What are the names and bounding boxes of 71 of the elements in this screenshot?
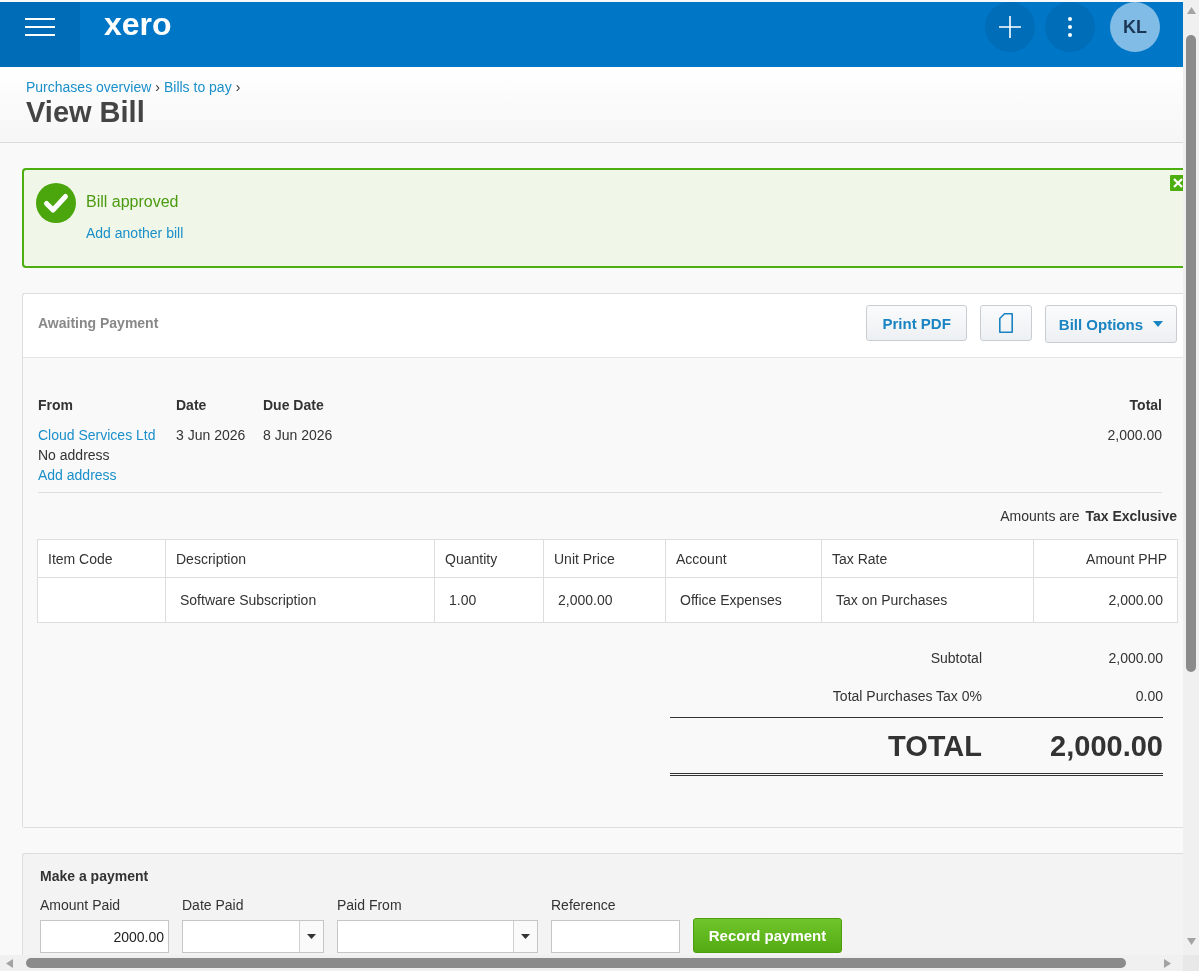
field-label: From [38, 396, 73, 414]
table-cell: Tax on Purchases [821, 577, 1034, 623]
table-cell: 2,000.00 [1033, 577, 1178, 623]
table-cell: Software Subscription [165, 577, 435, 623]
breadcrumb-separator: › [155, 78, 160, 96]
reference-field[interactable] [551, 920, 680, 953]
totals-label: Total Purchases Tax 0% [832, 687, 982, 705]
more-button[interactable] [1045, 2, 1095, 52]
table-cell: Office Expenses [665, 577, 822, 623]
field-label: Reference [551, 896, 616, 914]
page-title: View Bill [26, 96, 145, 128]
check-icon [36, 183, 76, 223]
status-label: Awaiting Payment [38, 314, 159, 333]
logo[interactable]: xero [104, 6, 172, 43]
caret-icon [521, 934, 530, 939]
scroll-left-icon[interactable] [6, 958, 13, 968]
kebab-icon [1068, 17, 1072, 37]
totals-value: 0.00 [1135, 687, 1163, 705]
scroll-right-icon[interactable] [1164, 958, 1171, 968]
breadcrumb-link[interactable]: Purchases overview [26, 78, 152, 96]
caret-icon [1153, 321, 1163, 327]
column-header: Account [665, 539, 822, 578]
document-button[interactable] [979, 305, 1032, 341]
add-address-link[interactable]: Add address [38, 465, 117, 485]
avatar[interactable]: KL [1110, 2, 1160, 52]
contact-link[interactable]: Cloud Services Ltd [38, 425, 156, 445]
account-field[interactable] [337, 920, 538, 953]
field-label: Amount Paid [40, 896, 121, 914]
scrollbar-thumb[interactable] [1186, 35, 1196, 672]
bill-options-button[interactable]: Bill Options [1044, 305, 1177, 343]
address-text: No address [38, 446, 110, 465]
scroll-down-icon[interactable] [1186, 938, 1196, 945]
amount-field[interactable]: 2000.00 [40, 920, 169, 953]
add-bill-link[interactable]: Add another bill [86, 224, 184, 242]
banner-message: Bill approved [86, 192, 179, 212]
column-header: Tax Rate [821, 539, 1034, 578]
field-label: Paid From [337, 896, 402, 914]
breadcrumb-link[interactable]: Bills to pay [163, 78, 232, 96]
table-cell: 1.00 [434, 577, 544, 623]
column-header: Description [165, 539, 435, 578]
totals-value: 2,000.00 [1108, 649, 1163, 667]
table-cell: 2,000.00 [543, 577, 666, 623]
column-header: Item Code [37, 539, 166, 578]
print-pdf-button[interactable]: Print PDF [866, 305, 967, 341]
section-title: Make a payment [40, 867, 149, 885]
close-icon[interactable] [1170, 175, 1183, 191]
document-icon [998, 313, 1013, 333]
plus-icon [999, 16, 1021, 38]
field-label: Total [1129, 396, 1162, 414]
menu-icon [25, 18, 55, 36]
due-date-text: 8 Jun 2026 [263, 426, 333, 445]
caret-icon [307, 934, 316, 939]
total-amount: 2,000.00 [1107, 426, 1162, 445]
add-button[interactable] [985, 2, 1035, 52]
grand-total-value: 2,000.00 [1050, 729, 1163, 763]
scrollbar-thumb[interactable] [26, 958, 1126, 968]
column-header: Unit Price [543, 539, 666, 578]
field-label: Due Date [263, 396, 324, 414]
field-label: Date Paid [182, 896, 244, 914]
menu-button[interactable] [0, 2, 80, 67]
breadcrumb-separator: › [235, 78, 241, 96]
totals-label: Subtotal [930, 649, 982, 667]
record-payment-button[interactable]: Record payment [693, 918, 842, 953]
amounts-note: Amounts are Tax Exclusive [1000, 507, 1177, 525]
column-header: Amount PHP [1033, 539, 1178, 578]
field-label: Date [176, 396, 207, 414]
grand-total-label: TOTAL [888, 729, 982, 763]
column-header: Quantity [434, 539, 544, 578]
date-text: 3 Jun 2026 [176, 426, 246, 445]
scroll-up-icon[interactable] [1186, 7, 1196, 14]
date-field[interactable] [182, 920, 324, 953]
